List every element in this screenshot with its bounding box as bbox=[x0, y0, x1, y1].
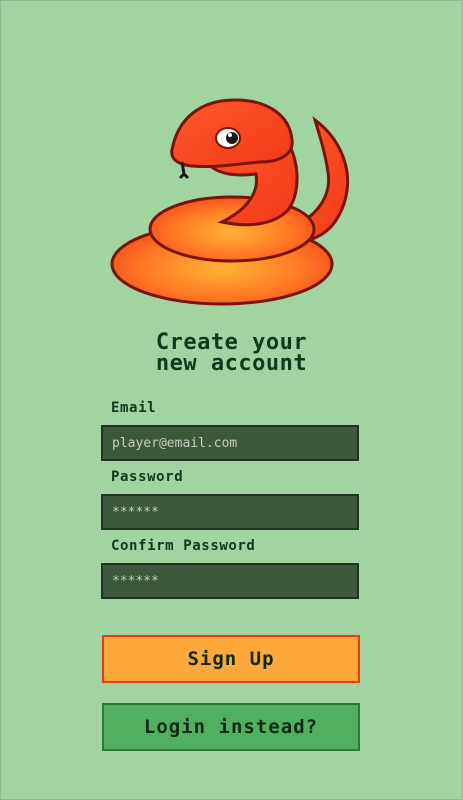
page-title-line-1: Create your bbox=[155, 330, 308, 355]
confirm-password-label: Confirm Password bbox=[111, 538, 256, 554]
password-field[interactable] bbox=[101, 494, 359, 530]
login-instead-button[interactable]: Login instead? bbox=[102, 703, 360, 751]
snake-icon bbox=[110, 98, 349, 306]
confirm-password-field[interactable] bbox=[101, 563, 359, 599]
email-label: Email bbox=[111, 400, 157, 416]
sign-up-button[interactable]: Sign Up bbox=[102, 635, 360, 683]
page-title-line-2: new account bbox=[155, 351, 308, 376]
email-field[interactable] bbox=[101, 425, 359, 461]
password-label: Password bbox=[111, 469, 184, 485]
page-title: Create your new account bbox=[0, 330, 463, 376]
